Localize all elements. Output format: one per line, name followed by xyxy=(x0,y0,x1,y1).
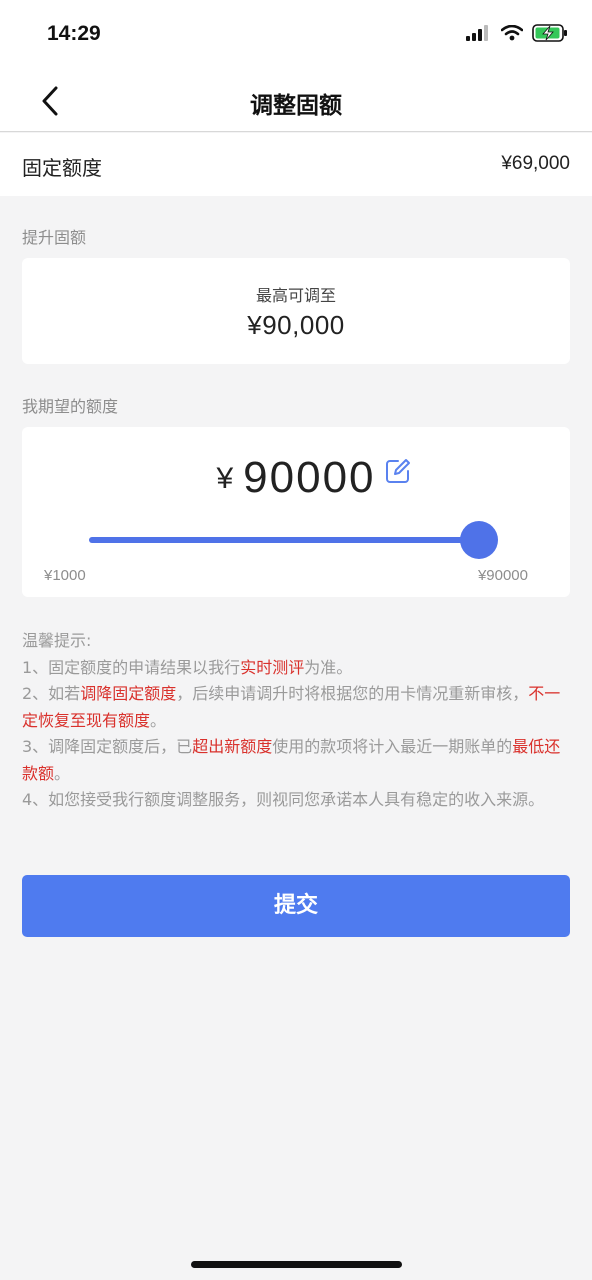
nav-bar: 调整固额 xyxy=(0,70,592,132)
tip-text: 使用的款项将计入最近一期账单的 xyxy=(272,737,513,756)
tip-item-3: 3、调降固定额度后，已超出新额度使用的款项将计入最近一期账单的最低还款额。 xyxy=(22,734,570,787)
tip-text: 1、固定额度的申请结果以我行 xyxy=(22,657,241,677)
slider-max-label: ¥90000 xyxy=(477,567,528,584)
max-quota-card: 最高可调至 ¥90,000 xyxy=(22,258,570,364)
fixed-quota-label: 固定额度 xyxy=(22,156,102,180)
tip-item-4: 4、如您接受我行额度调整服务，则视同您承诺本人具有稳定的收入来源。 xyxy=(22,790,545,809)
quota-slider-fill xyxy=(89,537,479,543)
fixed-quota-row: 固定额度 ¥69,000 xyxy=(0,133,592,196)
page-title: 调整固额 xyxy=(250,93,342,119)
amount-currency: ¥ xyxy=(216,462,234,495)
battery-charging-icon xyxy=(532,24,567,42)
tip-item-1: 1、固定额度的申请结果以我行实时测评为准。 xyxy=(22,655,570,682)
tips-title: 温馨提示: xyxy=(22,631,92,650)
desired-quota-card: ¥90000 ¥1000 ¥90000 xyxy=(22,427,570,597)
submit-button[interactable]: 提交 xyxy=(22,875,570,937)
tip-text: 3、调降固定额度后，已 xyxy=(22,737,193,756)
status-time: 14:29 xyxy=(47,22,101,45)
desired-quota-label: 我期望的额度 xyxy=(22,397,119,416)
signal-icon xyxy=(466,25,488,41)
status-bar: 14:29 xyxy=(0,0,592,70)
tip-highlight: 实时测评 xyxy=(240,657,305,677)
raise-quota-label: 提升固额 xyxy=(22,228,87,247)
tip-text: 。 xyxy=(150,710,167,730)
slider-min-label: ¥1000 xyxy=(44,567,86,584)
max-quota-value: ¥90,000 xyxy=(247,310,345,340)
tip-text: 为准。 xyxy=(304,657,353,677)
tip-text: 2、如若 xyxy=(22,684,81,703)
status-icons xyxy=(466,24,568,42)
tip-highlight: 调降固定额度 xyxy=(80,684,177,703)
edit-icon[interactable] xyxy=(384,457,412,485)
quota-slider-track[interactable] xyxy=(89,537,479,543)
tip-text: ，后续申请调升时将根据您的用卡情况重新审核， xyxy=(176,684,529,703)
tips-section: 温馨提示: 1、固定额度的申请结果以我行实时测评为准。 2、如若调降固定额度，后… xyxy=(22,628,570,814)
max-quota-caption: 最高可调至 xyxy=(255,286,336,305)
amount-value: 90000 xyxy=(243,453,376,502)
desired-amount: ¥90000 xyxy=(22,453,570,503)
wifi-icon xyxy=(501,25,523,41)
fixed-quota-value: ¥69,000 xyxy=(501,153,570,174)
quota-slider-thumb[interactable] xyxy=(460,521,498,559)
home-indicator xyxy=(191,1261,402,1268)
tip-highlight: 超出新额度 xyxy=(192,737,273,756)
tip-text: 。 xyxy=(54,763,71,783)
tip-item-2: 2、如若调降固定额度，后续申请调升时将根据您的用卡情况重新审核，不一定恢复至现有… xyxy=(22,681,570,734)
